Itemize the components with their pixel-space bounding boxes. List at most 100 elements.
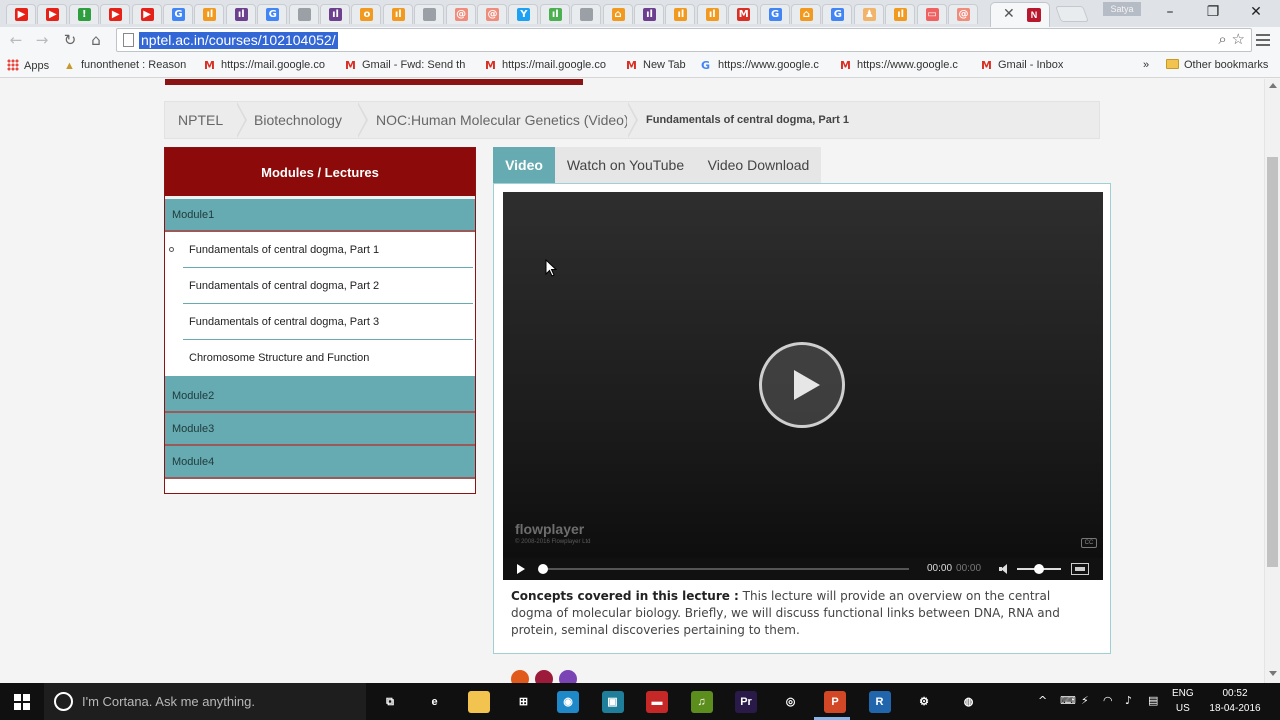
progress-knob[interactable] bbox=[538, 564, 548, 574]
tray-notifications-icon[interactable]: ▤ bbox=[1148, 694, 1158, 707]
browser-tab[interactable]: ⌂ bbox=[602, 4, 633, 24]
page-scrollbar[interactable] bbox=[1264, 79, 1280, 683]
color-circle-icon[interactable]: ◍ bbox=[957, 691, 980, 713]
close-tab-icon[interactable]: ✕ bbox=[1003, 6, 1015, 22]
browser-tab[interactable]: G bbox=[759, 4, 790, 24]
url-text[interactable]: nptel.ac.in/courses/102104052/ bbox=[139, 32, 338, 49]
lecture-item[interactable]: Fundamentals of central dogma, Part 3 bbox=[165, 304, 475, 340]
browser-tab[interactable]: Y bbox=[508, 4, 539, 24]
tab-video[interactable]: Video bbox=[493, 147, 555, 183]
breadcrumb-course[interactable]: NOC:Human Molecular Genetics (Video) bbox=[376, 102, 629, 138]
play-icon[interactable] bbox=[517, 564, 525, 574]
browser-tab[interactable]: ▶ bbox=[37, 4, 68, 24]
windows-start-icon[interactable] bbox=[14, 694, 30, 710]
zoom-icon[interactable]: ⌕ bbox=[1218, 30, 1226, 48]
bookmark-google-2[interactable]: Mhttps://www.google.c bbox=[840, 59, 968, 71]
chrome-icon[interactable]: ◎ bbox=[779, 691, 802, 713]
tab-watch-on-youtube[interactable]: Watch on YouTube bbox=[555, 147, 696, 183]
browser-tab[interactable]: ıl bbox=[696, 4, 727, 24]
browser-tab[interactable]: ıl bbox=[320, 4, 350, 24]
browser-tab[interactable]: M bbox=[728, 4, 759, 24]
social-share-icon[interactable] bbox=[559, 670, 577, 683]
browser-tab[interactable]: ⌂ bbox=[791, 4, 821, 24]
bookmarks-overflow-button[interactable]: » bbox=[1143, 59, 1149, 71]
profile-button[interactable]: Satya bbox=[1103, 2, 1141, 16]
forward-arrow-icon[interactable]: → bbox=[32, 30, 52, 50]
breadcrumb-nptel[interactable]: NPTEL bbox=[178, 102, 223, 138]
app-red-icon[interactable]: ▬ bbox=[646, 691, 668, 713]
browser-tab[interactable]: ♟ bbox=[853, 4, 884, 24]
bookmark-apps[interactable]: Apps bbox=[7, 59, 49, 72]
social-share-icon[interactable] bbox=[511, 670, 529, 683]
browser-tab[interactable]: @ bbox=[445, 4, 476, 24]
browser-tab[interactable]: ıl bbox=[382, 4, 413, 24]
new-tab-button[interactable] bbox=[1055, 6, 1089, 22]
lecture-item[interactable]: Chromosome Structure and Function bbox=[165, 340, 475, 376]
big-play-button[interactable] bbox=[759, 342, 845, 428]
browser-tab[interactable]: ıl bbox=[194, 4, 225, 24]
lecture-item[interactable]: Fundamentals of central dogma, Part 1 bbox=[165, 232, 475, 268]
breadcrumb-biotechnology[interactable]: Biotechnology bbox=[254, 102, 342, 138]
progress-track[interactable] bbox=[539, 568, 909, 570]
browser-tab[interactable]: ▭ bbox=[916, 4, 947, 24]
module-4[interactable]: Module4 bbox=[165, 446, 475, 479]
bookmark-mail-1[interactable]: Mhttps://mail.google.co bbox=[204, 59, 332, 71]
browser-tab[interactable]: @ bbox=[477, 4, 507, 24]
back-arrow-icon[interactable]: ← bbox=[6, 30, 26, 50]
edge-icon[interactable]: e bbox=[423, 691, 446, 713]
bookmark-mail-2[interactable]: Mhttps://mail.google.co bbox=[485, 59, 613, 71]
r-icon[interactable]: R bbox=[868, 691, 891, 713]
file-explorer-icon[interactable] bbox=[468, 691, 490, 713]
captions-button[interactable]: CC bbox=[1081, 538, 1097, 548]
browser-tab[interactable]: ! bbox=[68, 4, 99, 24]
app-teal-icon[interactable]: ▣ bbox=[601, 691, 624, 713]
reload-icon[interactable]: ↻ bbox=[60, 30, 80, 50]
module-1[interactable]: Module1 bbox=[165, 199, 475, 232]
tab-video-download[interactable]: Video Download bbox=[696, 147, 821, 183]
browser-tab[interactable]: ıl bbox=[539, 4, 570, 24]
task-view-icon[interactable]: ⧉ bbox=[379, 691, 401, 713]
browser-tab[interactable] bbox=[414, 4, 445, 24]
volume-knob[interactable] bbox=[1034, 564, 1044, 574]
tray-wifi-icon[interactable]: ◠ bbox=[1103, 694, 1113, 707]
chrome-menu-icon[interactable] bbox=[1256, 31, 1270, 49]
volume-icon[interactable] bbox=[999, 564, 1009, 574]
browser-tab[interactable]: @ bbox=[948, 4, 978, 24]
tray-expand-icon[interactable]: ^ bbox=[1038, 694, 1047, 707]
store-icon[interactable]: ⊞ bbox=[512, 691, 535, 713]
browser-tab[interactable]: ▶ bbox=[131, 4, 162, 24]
module-3[interactable]: Module3 bbox=[165, 413, 475, 446]
browser-tab[interactable]: o bbox=[351, 4, 382, 24]
scroll-down-arrow-icon[interactable] bbox=[1269, 671, 1277, 676]
bookmark-new-tab[interactable]: M New Tab bbox=[626, 59, 686, 71]
address-bar[interactable]: nptel.ac.in/courses/102104052/ ⌕ ☆ bbox=[116, 28, 1252, 52]
browser-tab[interactable]: ıl bbox=[225, 4, 256, 24]
system-clock[interactable]: 00:52 18-04-2016 bbox=[1208, 686, 1262, 716]
module-2[interactable]: Module2 bbox=[165, 380, 475, 413]
close-window-button[interactable]: ✕ bbox=[1236, 2, 1276, 22]
browser-tab[interactable]: ıl bbox=[885, 4, 916, 24]
bookmark-star-icon[interactable]: ☆ bbox=[1232, 30, 1245, 48]
premiere-icon[interactable]: Pr bbox=[735, 691, 757, 713]
other-bookmarks[interactable]: Other bookmarks bbox=[1166, 59, 1268, 71]
browser-tab[interactable]: ▶ bbox=[100, 4, 131, 24]
fullscreen-icon[interactable] bbox=[1071, 563, 1089, 575]
media-icon[interactable]: ◉ bbox=[557, 691, 579, 713]
browser-tab[interactable]: G bbox=[822, 4, 853, 24]
bookmark-gmail-inbox[interactable]: M Gmail - Inbox bbox=[981, 59, 1063, 71]
active-tab[interactable]: ✕ N bbox=[990, 2, 1050, 27]
video-player[interactable]: flowplayer © 2008-2016 Flowplayer Ltd CC… bbox=[503, 192, 1103, 580]
tray-power-icon[interactable]: ⚡ bbox=[1081, 694, 1089, 707]
browser-tab[interactable]: ▶ bbox=[6, 4, 36, 24]
browser-tab[interactable]: ıl bbox=[665, 4, 696, 24]
cortana-search-box[interactable]: I'm Cortana. Ask me anything. bbox=[44, 683, 366, 720]
social-share-icon[interactable] bbox=[535, 670, 553, 683]
tray-volume-icon[interactable]: ♪ bbox=[1125, 694, 1132, 707]
browser-tab[interactable]: G bbox=[163, 4, 193, 24]
bookmark-funonthenet[interactable]: ▲ funonthenet : Reason bbox=[64, 59, 190, 72]
home-icon[interactable]: ⌂ bbox=[86, 30, 106, 50]
powerpoint-icon[interactable]: P bbox=[824, 691, 846, 713]
browser-tab[interactable]: G bbox=[257, 4, 288, 24]
restore-button[interactable]: ❐ bbox=[1193, 2, 1233, 22]
tray-keyboard-icon[interactable]: ⌨ bbox=[1060, 694, 1076, 707]
